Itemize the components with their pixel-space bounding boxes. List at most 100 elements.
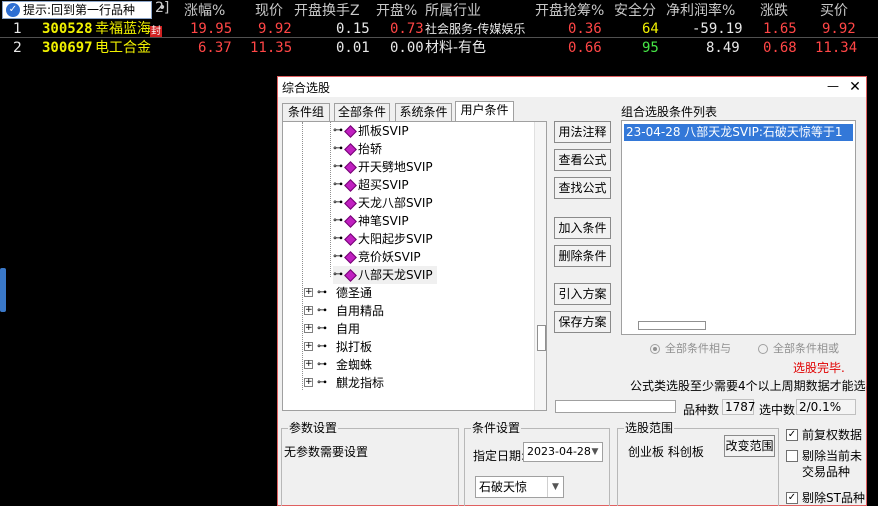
tree-guide-line: [302, 122, 303, 390]
header-col-bid[interactable]: 买价: [820, 0, 848, 19]
header-col-safety[interactable]: 安全分: [614, 0, 656, 19]
tree-vertical-scrollbar[interactable]: [534, 122, 546, 410]
header-col-margin[interactable]: 净利润率%: [666, 0, 735, 19]
condition-select[interactable]: 石破天惊 ▼: [475, 476, 564, 498]
expand-icon[interactable]: +: [304, 324, 313, 333]
import-plan-button[interactable]: 引入方案: [554, 283, 611, 305]
open-pct: 0.00: [390, 40, 424, 56]
radio-dot: [650, 344, 660, 354]
tree-leaf[interactable]: ⊶ 竞价妖SVIP: [333, 248, 421, 266]
header-col-industry[interactable]: 所属行业: [425, 0, 481, 19]
tree-leaf[interactable]: ⊶ 天龙八部SVIP: [333, 194, 433, 212]
selected-value: 2/0.1%: [796, 399, 856, 415]
header-col-grab[interactable]: 开盘抢筹%: [535, 0, 604, 19]
condition-settings-title: 条件设置: [471, 421, 522, 435]
tree-group-label: 自用: [336, 322, 361, 336]
header-col-price[interactable]: 现价: [255, 0, 283, 19]
condition-select-value: 石破天惊: [479, 480, 528, 494]
header-col-open-pct[interactable]: 开盘%: [376, 0, 417, 19]
chevron-down-icon[interactable]: ▼: [588, 443, 602, 461]
hint-tooltip: ✓ 提示:回到第一行品种: [2, 1, 152, 19]
checkbox-label: 前复权数据: [802, 428, 863, 442]
tree-group[interactable]: + ⊶ 麒龙指标: [304, 374, 384, 392]
expand-icon[interactable]: +: [304, 360, 313, 369]
tree-group-label: 自用精品: [336, 304, 385, 318]
delete-condition-button[interactable]: 删除条件: [554, 245, 611, 267]
stock-name: 幸福蓝海: [95, 21, 151, 37]
connector-icon: ⊶: [317, 305, 327, 316]
industry: 材料-有色: [425, 40, 487, 56]
close-icon[interactable]: ✕: [845, 77, 865, 97]
tree-leaf-label: 超买SVIP: [358, 178, 409, 192]
header-col-change[interactable]: 涨跌: [760, 0, 788, 19]
tree-group[interactable]: + ⊶ 自用精品: [304, 302, 384, 320]
tree-leaf[interactable]: ⊶ 超买SVIP: [333, 176, 409, 194]
expand-icon[interactable]: +: [304, 306, 313, 315]
scroll-thumb[interactable]: [537, 325, 546, 351]
tree-leaf[interactable]: ⊶ 神笔SVIP: [333, 212, 409, 230]
tree-guide-line: [330, 122, 331, 277]
expand-icon[interactable]: +: [304, 378, 313, 387]
tree-leaf[interactable]: ⊶ 抓板SVIP: [333, 122, 409, 140]
list-item[interactable]: 23-04-28 八部天龙SVIP:石破天惊等于1: [624, 124, 853, 141]
condition-list-scrollbar[interactable]: [638, 321, 706, 330]
tab-system-conditions[interactable]: 系统条件: [395, 103, 452, 122]
table-row[interactable]: 2 300697 电工合金 6.37 11.35 0.01 0.00 材料-有色…: [0, 38, 878, 58]
date-picker[interactable]: 2023-04-28 ▼: [523, 442, 603, 462]
tree-leaf-selected[interactable]: ⊶ 八部天龙SVIP: [333, 266, 437, 284]
minimize-icon[interactable]: —: [823, 77, 843, 97]
stock-code: 300697: [42, 40, 93, 56]
row-index: 1: [13, 21, 22, 37]
connector-icon: ⊶: [317, 377, 327, 388]
scope-text: 创业板 科创板: [628, 445, 704, 459]
checkbox-box[interactable]: ✓: [786, 429, 798, 441]
radio-all-or[interactable]: 全部条件相或: [758, 341, 839, 357]
tab-user-conditions[interactable]: 用户条件: [455, 101, 514, 122]
view-formula-button[interactable]: 查看公式: [554, 149, 611, 171]
tree-group[interactable]: + ⊶ 拟打板: [304, 338, 372, 356]
radio-dot: [758, 344, 768, 354]
price: 11.35: [250, 40, 293, 56]
usage-notes-button[interactable]: 用法注释: [554, 121, 611, 143]
tab-condition-group[interactable]: 条件组: [282, 103, 330, 122]
tree-leaf[interactable]: ⊶ 大阳起步SVIP: [333, 230, 433, 248]
tree-leaf-label: 竞价妖SVIP: [358, 250, 421, 264]
pct-change: 6.37: [198, 40, 232, 56]
date-label: 指定日期:: [473, 449, 526, 463]
tree-leaf-label: 抓板SVIP: [358, 124, 409, 138]
add-condition-button[interactable]: 加入条件: [554, 217, 611, 239]
formula-tree: ⊶ 抓板SVIP ⊶ 抬轿 ⊶ 开天劈地SVIP ⊶ 超买SVIP ⊶ 天龙八部SVIP …: [282, 121, 547, 411]
industry: 社会服务-传媒娱乐: [425, 22, 526, 36]
checkbox-box[interactable]: [786, 450, 798, 462]
tree-group[interactable]: + ⊶ 德圣通: [304, 284, 372, 302]
radio-all-and[interactable]: 全部条件相与: [650, 341, 731, 357]
selected-label: 选中数: [759, 403, 796, 417]
tree-group[interactable]: + ⊶ 金蜘蛛: [304, 356, 372, 374]
side-scroll-indicator[interactable]: [0, 268, 6, 312]
chevron-down-icon[interactable]: ▼: [547, 477, 563, 497]
header-col-turnover[interactable]: 开盘换手Z: [294, 0, 360, 19]
row-index: 2: [13, 40, 22, 56]
bid-price: 11.34: [815, 40, 858, 56]
tree-leaf-label: 开天劈地SVIP: [358, 160, 433, 174]
radio-label: 全部条件相或: [773, 342, 839, 355]
change-scope-button[interactable]: 改变范围: [724, 435, 775, 457]
find-formula-button[interactable]: 查找公式: [554, 177, 611, 199]
checkbox-box[interactable]: ✓: [786, 492, 798, 504]
expand-icon[interactable]: +: [304, 288, 313, 297]
stock-name: 电工合金: [95, 40, 151, 56]
grab-pct: 0.36: [568, 21, 602, 37]
tab-all-conditions[interactable]: 全部条件: [334, 103, 390, 122]
expand-icon[interactable]: +: [304, 342, 313, 351]
header-col-pct[interactable]: 涨幅%: [184, 0, 225, 19]
change: 0.68: [763, 40, 797, 56]
tree-leaf[interactable]: ⊶ 开天劈地SVIP: [333, 158, 433, 176]
tree-leaf-label: 八部天龙SVIP: [358, 268, 433, 282]
tree-leaf[interactable]: ⊶ 抬轿: [333, 140, 382, 158]
save-plan-button[interactable]: 保存方案: [554, 311, 611, 333]
count-value: 1787: [722, 399, 756, 415]
condition-list[interactable]: 23-04-28 八部天龙SVIP:石破天惊等于1: [621, 120, 856, 335]
table-row[interactable]: 1 300528 幸福蓝海 19.95 9.92 0.15 0.73 社会服务-…: [0, 19, 878, 39]
tree-group[interactable]: + ⊶ 自用: [304, 320, 360, 338]
dialog-titlebar[interactable]: 综合选股 — ✕: [278, 77, 866, 97]
